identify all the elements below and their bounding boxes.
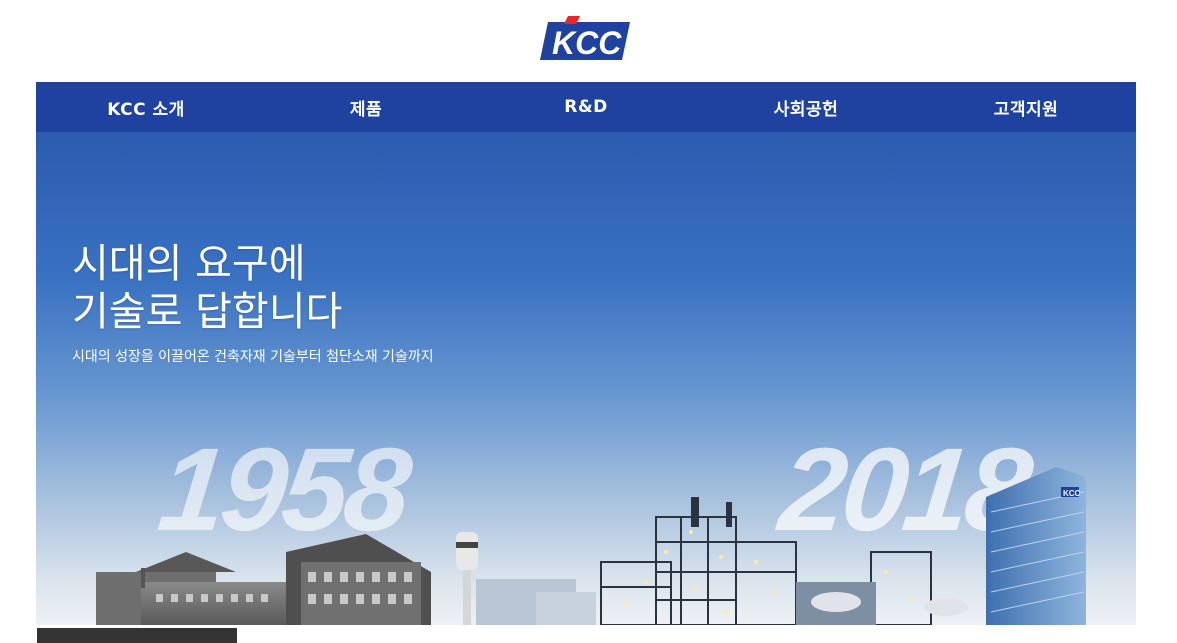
logo-text: KCC	[552, 25, 622, 61]
nav-item-support[interactable]: 고객지원	[916, 82, 1136, 132]
nav-item-about[interactable]: KCC 소개	[36, 82, 256, 132]
main-nav: KCC 소개 제품 R&D 사회공헌 고객지원	[36, 82, 1136, 132]
nav-item-products[interactable]: 제품	[256, 82, 476, 132]
factory-skyline-image: KCC	[96, 467, 1086, 625]
hero-headline: 시대의 요구에 기술로 답합니다	[72, 240, 342, 336]
nav-item-rnd[interactable]: R&D	[476, 82, 696, 132]
hero-subtitle: 시대의 성장을 이끌어온 건축자재 기술부터 첨단소재 기술까지	[72, 349, 434, 365]
hero-banner: 1958 2018 KCC 시대의 요구에 기술로 답합니다 시대의 성장을 이…	[36, 132, 1136, 625]
hero-headline-line1: 시대의 요구에	[72, 241, 306, 287]
kcc-logo[interactable]: KCC	[540, 14, 632, 64]
bottom-tab[interactable]	[37, 628, 237, 643]
building-sign: KCC	[1063, 489, 1081, 498]
nav-item-social[interactable]: 사회공헌	[696, 82, 916, 132]
hero-headline-line2: 기술로 답합니다	[72, 289, 343, 335]
